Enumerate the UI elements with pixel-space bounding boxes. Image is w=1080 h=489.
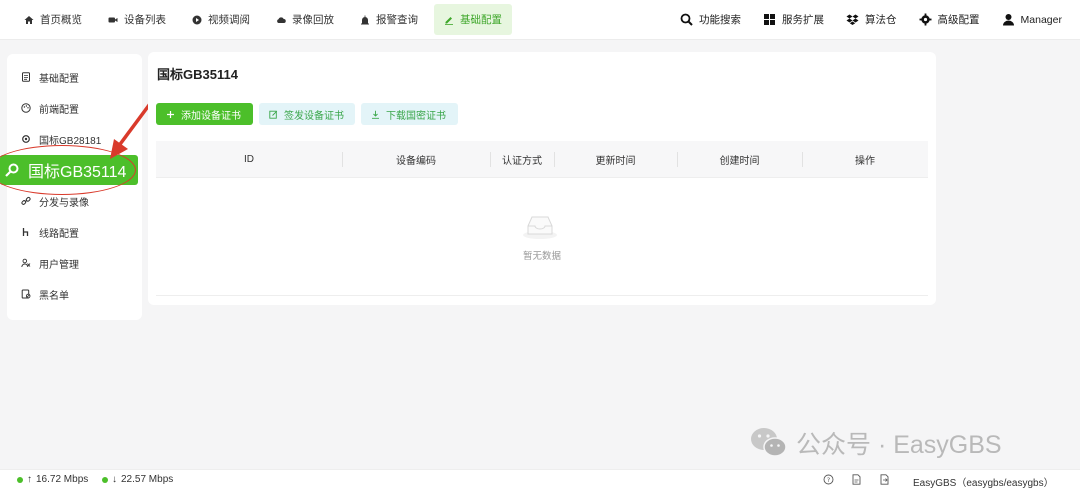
product-version: EasyGBS（easygbs/easygbs） (913, 474, 1054, 489)
export-doc-icon[interactable] (879, 474, 890, 485)
add-device-cert-button[interactable]: 添加设备证书 (156, 103, 253, 125)
user-icon (1002, 14, 1014, 26)
nav-user-menu[interactable]: Manager (992, 4, 1072, 35)
search-icon (680, 13, 693, 26)
video-camera-icon (108, 17, 118, 22)
edit-icon (445, 16, 453, 25)
nav-video[interactable]: 视频调阅 (182, 4, 260, 35)
gear-icon (919, 13, 932, 26)
empty-text: 暂无数据 (522, 251, 561, 262)
sidebar-item-label: 前端配置 (39, 104, 79, 116)
main-nav: 首页概览 设备列表 视频调阅 录像回放 报警查询 基础配置 (14, 4, 512, 35)
nav-basic-config[interactable]: 基础配置 (434, 4, 512, 35)
sidebar-item-label: 用户管理 (39, 259, 79, 271)
wechat-icon (751, 428, 787, 457)
nav-service-extension-label: 服务扩展 (782, 14, 825, 26)
sidebar-item-user-management[interactable]: 用户管理 (21, 253, 79, 273)
main-panel: 国标GB35114 添加设备证书 签发设备证书 下载国密证书 ID 设备编码 认… (148, 52, 936, 305)
nav-alarm[interactable]: 报警查询 (350, 4, 428, 35)
watermark: 公众号 · EasyGBS (750, 425, 1002, 461)
download-rate-value: 22.57 Mbps (121, 474, 174, 485)
nav-function-search-label: 功能搜索 (699, 14, 742, 26)
document-icon (22, 72, 30, 82)
edit-icon (269, 110, 278, 119)
add-device-cert-label: 添加设备证书 (181, 110, 241, 122)
nav-video-label: 视频调阅 (208, 14, 250, 26)
column-header-updated-time[interactable]: 更新时间 (554, 141, 677, 178)
empty-inbox-icon (523, 216, 557, 239)
upload-rate: ↑ 16.72 Mbps (17, 474, 88, 485)
link-icon (21, 196, 31, 205)
cloud-icon (277, 16, 286, 23)
nav-function-search[interactable]: 功能搜索 (670, 4, 751, 35)
nav-playback-label: 录像回放 (292, 14, 334, 26)
download-sm-cert-button[interactable]: 下载国密证书 (361, 103, 458, 125)
sidebar-item-basic-config[interactable]: 基础配置 (21, 67, 79, 87)
route-icon (22, 228, 29, 236)
alarm-icon (361, 15, 369, 24)
help-icon[interactable]: ? (823, 474, 834, 485)
nav-user-label: Manager (1020, 13, 1062, 26)
nav-algorithm-store-label: 算法仓 (865, 14, 897, 26)
download-sm-cert-label: 下载国密证书 (386, 110, 446, 122)
column-header-id[interactable]: ID (156, 141, 342, 178)
top-navigation: 首页概览 设备列表 视频调阅 录像回放 报警查询 基础配置 功能搜索 服务扩展 … (0, 0, 1080, 40)
sign-device-cert-label: 签发设备证书 (284, 110, 344, 122)
nav-basic-config-label: 基础配置 (460, 14, 502, 26)
dropbox-icon (846, 14, 859, 25)
play-circle-icon (192, 15, 202, 24)
nav-alarm-label: 报警查询 (376, 14, 418, 26)
column-header-auth-method[interactable]: 认证方式 (490, 141, 554, 178)
utility-nav: 功能搜索 服务扩展 算法仓 高级配置 Manager (670, 4, 1072, 35)
sign-device-cert-button[interactable]: 签发设备证书 (259, 103, 355, 125)
sidebar-item-label: 黑名单 (39, 290, 69, 302)
table-empty-state: 暂无数据 (156, 178, 928, 296)
product-version-text: EasyGBS（easygbs/easygbs） (913, 478, 1054, 489)
grid-icon (764, 14, 776, 25)
table-header: ID 设备编码 认证方式 更新时间 创建时间 操作 (156, 141, 928, 178)
nav-advanced-config[interactable]: 高级配置 (909, 4, 990, 35)
download-rate: ↓ 22.57 Mbps (102, 474, 173, 485)
nav-advanced-config-label: 高级配置 (937, 14, 980, 26)
sidebar-item-blacklist[interactable]: 黑名单 (21, 284, 69, 304)
column-header-actions[interactable]: 操作 (802, 141, 928, 178)
sidebar-item-label: 分发与录像 (39, 197, 89, 209)
status-dot (17, 476, 23, 483)
sidebar-item-label: 基础配置 (39, 73, 79, 85)
up-arrow-icon: ↑ (27, 474, 32, 485)
pdf-doc-icon[interactable] (851, 474, 862, 485)
plus-icon (167, 110, 174, 118)
nav-service-extension[interactable]: 服务扩展 (753, 4, 834, 35)
down-arrow-icon: ↓ (112, 474, 117, 485)
upload-rate-value: 16.72 Mbps (36, 474, 89, 485)
status-bar: ↑ 16.72 Mbps ↓ 22.57 Mbps ? EasyGBS（easy… (0, 469, 1080, 489)
download-icon (372, 110, 379, 119)
nav-algorithm-store[interactable]: 算法仓 (836, 4, 907, 35)
nav-home[interactable]: 首页概览 (14, 4, 92, 35)
gear-icon (22, 135, 30, 143)
nav-device-list-label: 设备列表 (124, 14, 166, 26)
users-icon (21, 258, 31, 268)
home-icon (24, 15, 34, 24)
nav-device-list[interactable]: 设备列表 (98, 4, 176, 35)
column-header-device-code[interactable]: 设备编码 (342, 141, 490, 178)
nav-playback[interactable]: 录像回放 (266, 4, 344, 35)
sidebar-item-label: 线路配置 (39, 228, 79, 240)
watermark-text: 公众号 · EasyGBS (796, 431, 1002, 459)
sidebar-item-route-config[interactable]: 线路配置 (21, 222, 79, 242)
palette-icon (21, 103, 31, 113)
page-title: 国标GB35114 (157, 67, 238, 82)
svg-text:?: ? (827, 476, 830, 484)
sidebar-item-frontend-config[interactable]: 前端配置 (21, 98, 79, 118)
nav-home-label: 首页概览 (40, 14, 82, 26)
column-header-created-time[interactable]: 创建时间 (677, 141, 802, 178)
status-dot (102, 476, 108, 483)
blacklist-icon (21, 289, 31, 299)
